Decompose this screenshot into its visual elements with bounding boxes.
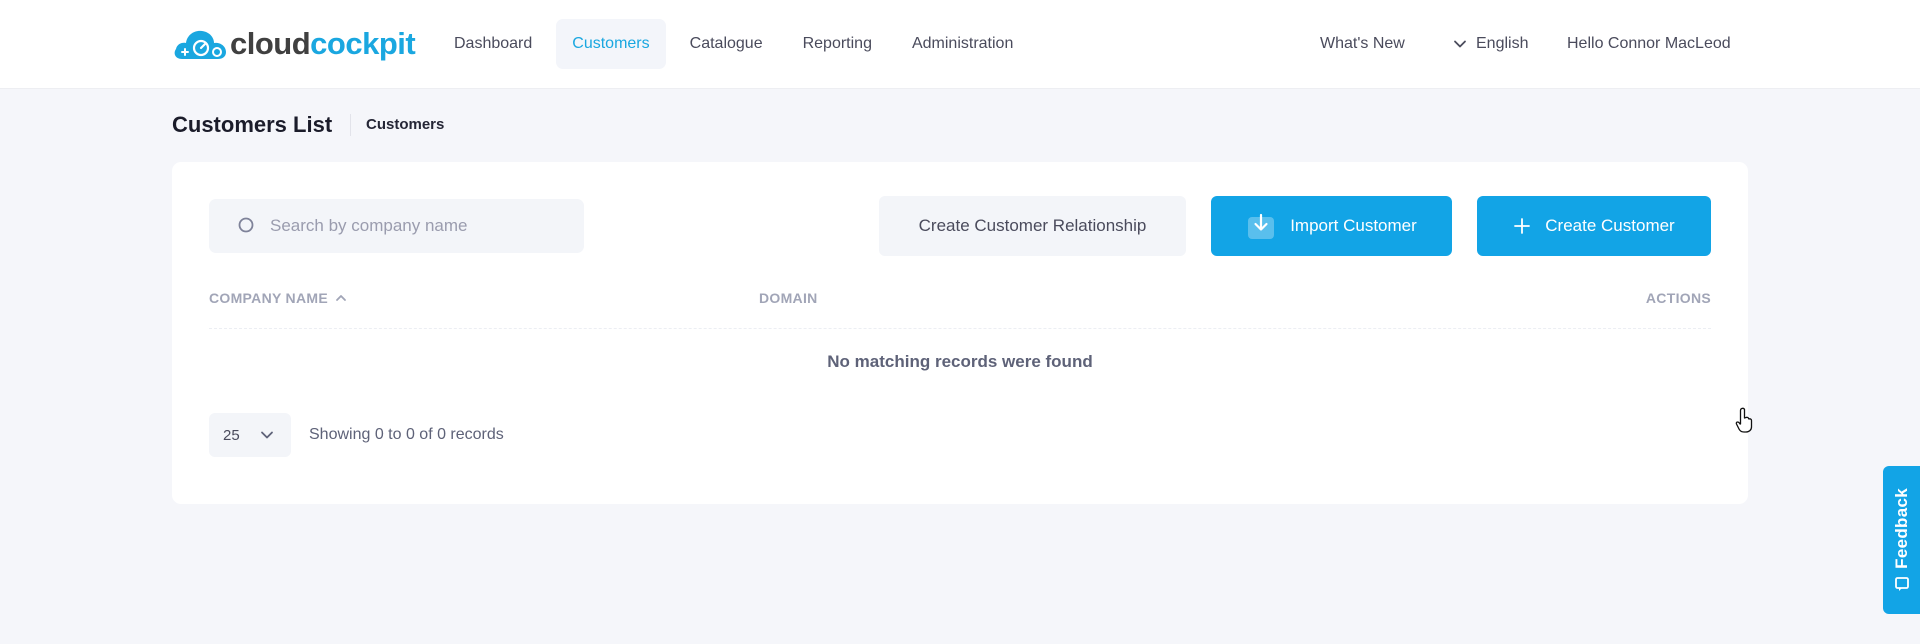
- create-customer-relationship-button[interactable]: Create Customer Relationship: [879, 196, 1186, 256]
- create-customer-button[interactable]: Create Customer: [1477, 196, 1711, 256]
- breadcrumb[interactable]: Customers: [366, 116, 444, 133]
- nav-administration[interactable]: Administration: [896, 19, 1029, 69]
- logo-text-part1: cloud: [230, 26, 311, 61]
- logo[interactable]: cloudcockpit: [172, 26, 416, 62]
- feedback-tab[interactable]: Feedback: [1883, 466, 1920, 614]
- empty-table-message: No matching records were found: [827, 352, 1093, 371]
- logo-wordmark: cloudcockpit: [230, 26, 416, 62]
- column-header-company-name[interactable]: COMPANY NAME: [209, 290, 348, 306]
- top-header: cloudcockpit Dashboard Customers Catalog…: [0, 0, 1920, 88]
- chevron-down-icon: [260, 431, 273, 439]
- main-nav: Dashboard Customers Catalogue Reporting …: [438, 19, 1037, 69]
- nav-catalogue[interactable]: Catalogue: [674, 19, 779, 69]
- import-customer-label: Import Customer: [1290, 216, 1417, 235]
- create-customer-label: Create Customer: [1545, 216, 1675, 235]
- column-header-actions: ACTIONS: [1645, 290, 1711, 306]
- nav-dashboard[interactable]: Dashboard: [438, 19, 548, 69]
- whats-new-link[interactable]: What's New: [1320, 19, 1405, 69]
- page-title: Customers List: [172, 112, 333, 137]
- chevron-down-icon: [1454, 40, 1466, 48]
- column-company-name-label: COMPANY NAME: [209, 290, 328, 306]
- customers-card: Create Customer Relationship Import Cust…: [172, 162, 1753, 504]
- plus-icon: [1514, 218, 1531, 234]
- language-selector[interactable]: English: [1453, 19, 1528, 69]
- page-size-select[interactable]: 25: [209, 413, 291, 457]
- records-info: Showing 0 to 0 of 0 records: [309, 426, 504, 443]
- sort-asc-icon: [336, 295, 346, 301]
- nav-reporting[interactable]: Reporting: [787, 19, 888, 69]
- feedback-icon: [1894, 577, 1909, 592]
- search-input[interactable]: [270, 216, 570, 236]
- user-menu[interactable]: Hello Connor MacLeod: [1567, 19, 1731, 69]
- search-icon: [238, 217, 254, 233]
- nav-customers[interactable]: Customers: [556, 19, 666, 69]
- search-box[interactable]: [209, 199, 584, 253]
- column-header-domain[interactable]: DOMAIN: [759, 290, 818, 306]
- table-header-divider: [209, 328, 1711, 329]
- import-customer-button[interactable]: Import Customer: [1211, 196, 1452, 256]
- cloud-logo-icon: [174, 30, 226, 59]
- logo-text-part2: cockpit: [310, 26, 416, 61]
- language-label: English: [1476, 35, 1529, 52]
- hand-cursor-icon: [1735, 407, 1753, 433]
- page-size-value: 25: [223, 426, 240, 444]
- title-separator: [350, 114, 351, 136]
- feedback-label: Feedback: [1891, 487, 1911, 569]
- import-icon: [1248, 213, 1275, 239]
